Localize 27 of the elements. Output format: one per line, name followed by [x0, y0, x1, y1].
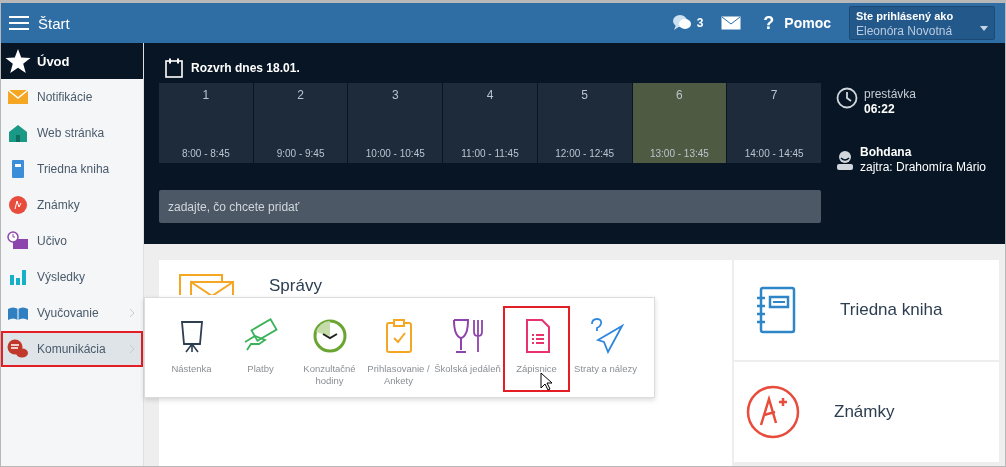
message-count: 3 — [696, 16, 704, 30]
card-title: Triedna kniha — [840, 300, 943, 320]
schedule-title: Rozvrh dnes 18.01. — [191, 61, 300, 75]
help-icon: ? — [763, 12, 775, 34]
period-number: 7 — [770, 88, 778, 102]
period-time: 9:00 - 9:45 — [276, 148, 325, 159]
period-number: 2 — [297, 88, 304, 102]
user-name: Eleonóra Novotná — [856, 24, 953, 38]
tomorrow-text: zajtra: Drahomíra Mário — [860, 160, 987, 174]
card-title: Správy — [269, 276, 322, 296]
break-time: 06:22 — [864, 102, 896, 116]
break-label: prestávka — [864, 87, 917, 101]
teacher-name: Bohdana — [860, 145, 913, 159]
period-number: 3 — [391, 88, 399, 102]
period-time: 11:00 - 11:45 — [461, 148, 519, 159]
period-number: 5 — [581, 88, 589, 102]
home-label: Úvod — [37, 53, 70, 69]
period-time: 14:00 - 14:45 — [744, 148, 804, 159]
period-time: 8:00 - 8:45 — [181, 148, 230, 159]
period-time: 12:00 - 12:45 — [555, 148, 615, 159]
period-time: 10:00 - 10:45 — [365, 148, 425, 159]
period-number: 1 — [202, 88, 210, 102]
period-number: 4 — [486, 88, 494, 102]
period-time: 13:00 - 13:45 — [649, 148, 709, 159]
user-label: Ste prihlásený ako — [856, 10, 955, 22]
card-title: Známky — [834, 402, 895, 422]
period-number: 6 — [676, 88, 683, 102]
